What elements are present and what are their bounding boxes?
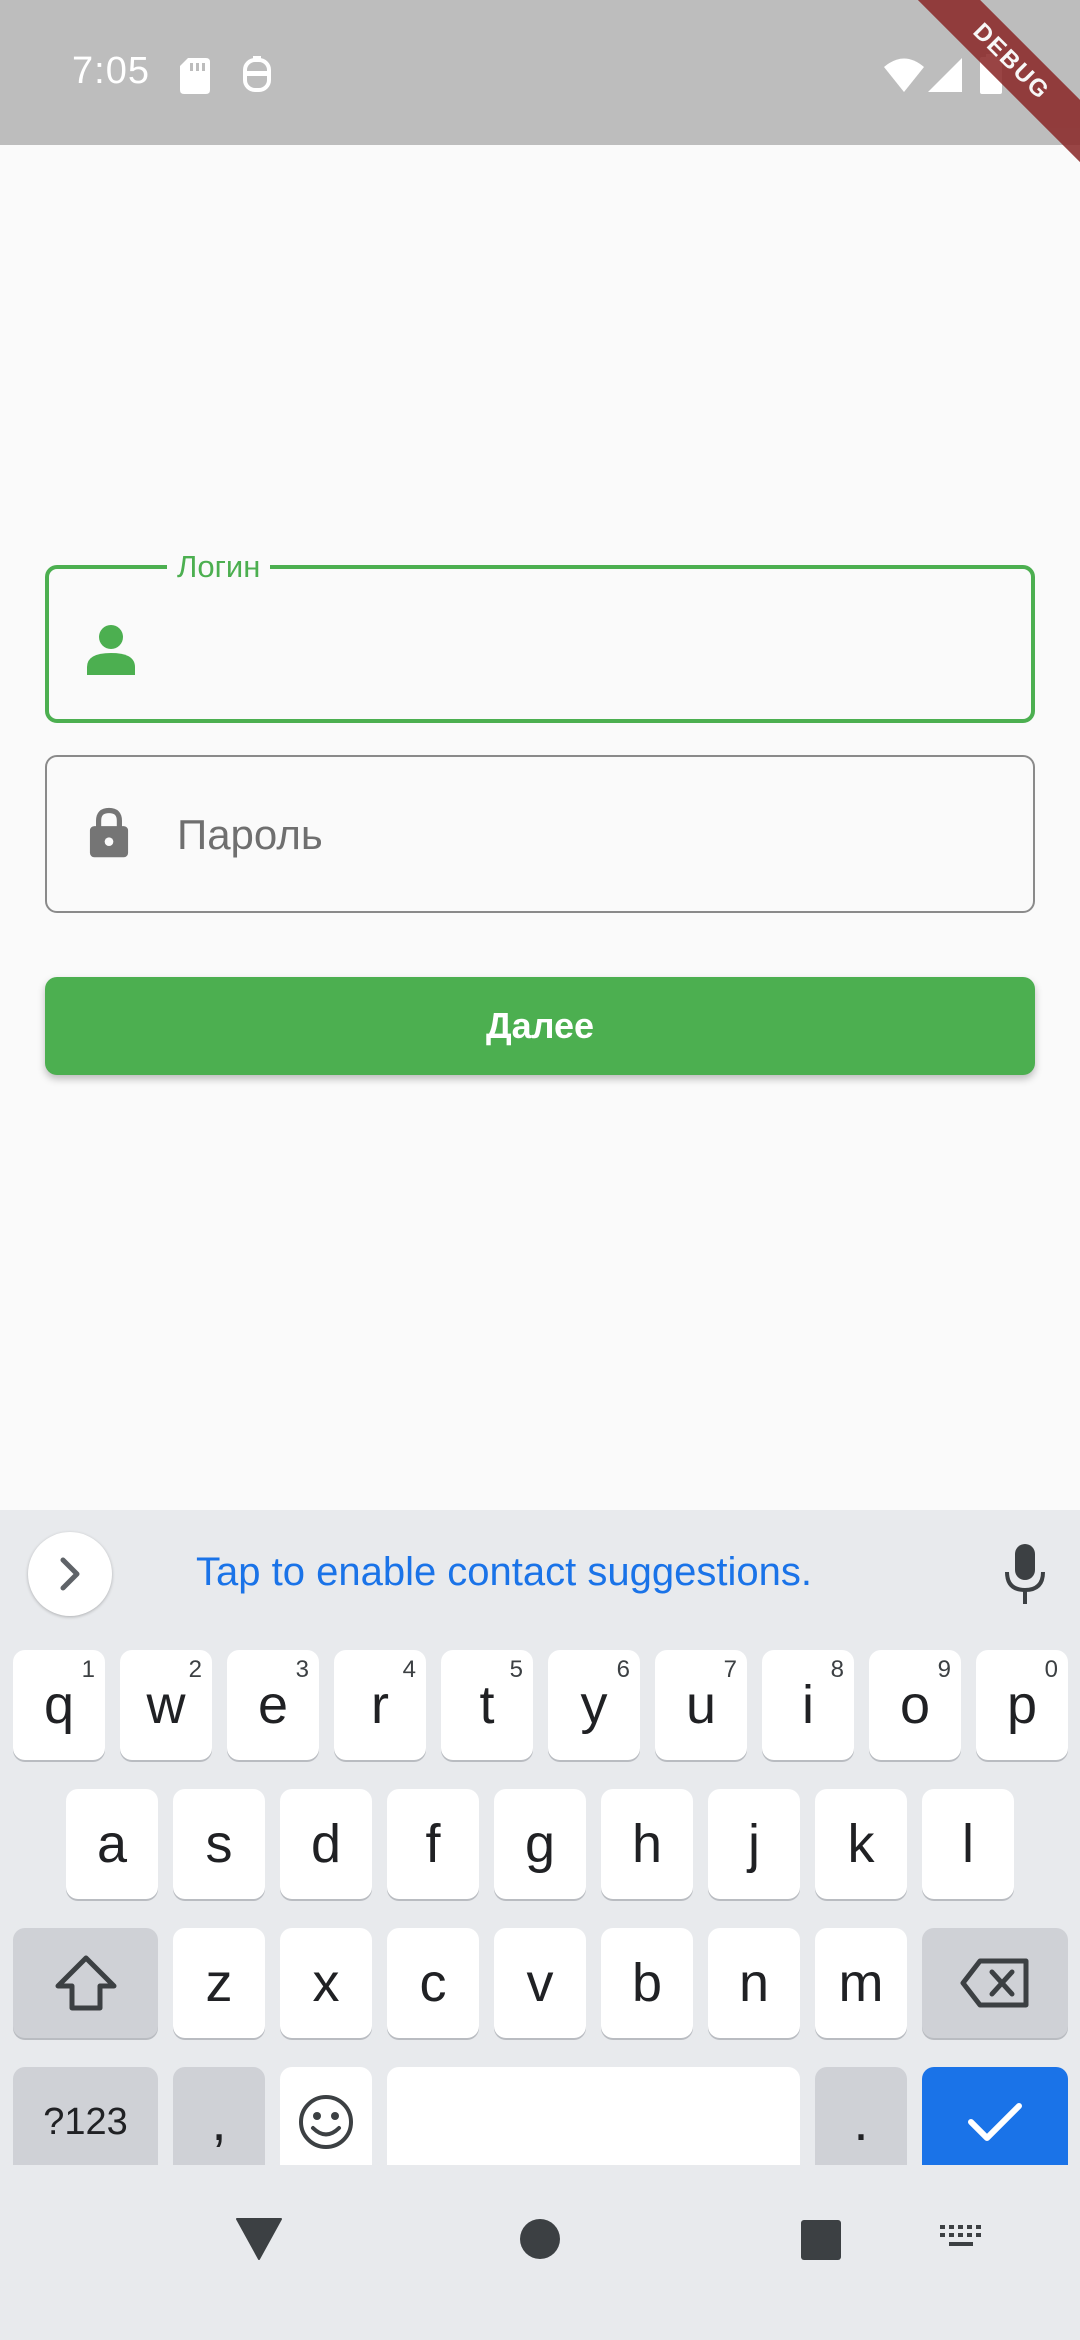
emoji-key[interactable] [280,2067,372,2177]
key-v[interactable]: v [494,1928,586,2038]
key-l[interactable]: l [922,1789,1014,1899]
login-field[interactable]: Логин [45,547,1035,723]
key-c[interactable]: c [387,1928,479,2038]
status-time: 7:05 [72,50,150,92]
key-d[interactable]: d [280,1789,372,1899]
key-a[interactable]: a [66,1789,158,1899]
microphone-icon[interactable] [1003,1544,1047,1606]
period-key[interactable]: . [815,2067,907,2177]
login-input[interactable] [179,607,1001,687]
key-y[interactable]: y6 [548,1650,640,1760]
symbols-key[interactable]: ?123 [13,2067,158,2177]
key-o[interactable]: o9 [869,1650,961,1760]
backspace-icon [960,1958,1029,2008]
key-e[interactable]: e3 [227,1650,319,1760]
home-icon[interactable] [518,2217,562,2261]
wifi-icon [884,58,924,92]
done-key[interactable] [922,2067,1068,2177]
key-g[interactable]: g [494,1789,586,1899]
next-button[interactable]: Далее [45,977,1035,1075]
backspace-key[interactable] [922,1928,1068,2038]
key-k[interactable]: k [815,1789,907,1899]
key-r[interactable]: r4 [334,1650,426,1760]
robot-icon [243,56,271,92]
emoji-icon [299,2095,353,2149]
shift-key[interactable] [13,1928,158,2038]
key-x[interactable]: x [280,1928,372,2038]
password-field[interactable] [45,755,1035,913]
expand-toolbar-button[interactable] [28,1532,112,1616]
key-q[interactable]: q1 [13,1650,105,1760]
signal-icon [928,58,962,92]
key-h[interactable]: h [601,1789,693,1899]
key-s[interactable]: s [173,1789,265,1899]
navigation-bar [0,2165,1080,2340]
comma-key[interactable]: , [173,2067,265,2177]
shift-icon [55,1955,116,2011]
check-icon [968,2103,1022,2141]
password-input[interactable] [177,795,1003,875]
back-icon[interactable] [235,2217,283,2261]
key-z[interactable]: z [173,1928,265,2038]
key-t[interactable]: t5 [441,1650,533,1760]
contact-suggestions-prompt[interactable]: Tap to enable contact suggestions. [196,1550,812,1595]
key-j[interactable]: j [708,1789,800,1899]
battery-icon [980,54,1002,94]
key-i[interactable]: i8 [762,1650,854,1760]
recents-icon[interactable] [800,2219,842,2261]
key-u[interactable]: u7 [655,1650,747,1760]
sd-card-icon [180,58,210,94]
key-f[interactable]: f [387,1789,479,1899]
lock-icon [89,807,129,858]
key-w[interactable]: w2 [120,1650,212,1760]
key-n[interactable]: n [708,1928,800,2038]
key-p[interactable]: p0 [976,1650,1068,1760]
key-b[interactable]: b [601,1928,693,2038]
key-m[interactable]: m [815,1928,907,2038]
space-key[interactable] [387,2067,800,2177]
person-icon [87,625,135,675]
chevron-right-icon [60,1557,80,1591]
keyboard-switch-icon[interactable] [938,2223,984,2253]
login-field-label: Логин [167,547,271,587]
suggestion-strip: Tap to enable contact suggestions. [0,1510,1080,1640]
status-bar: 7:05 DEBUG [0,0,1080,166]
